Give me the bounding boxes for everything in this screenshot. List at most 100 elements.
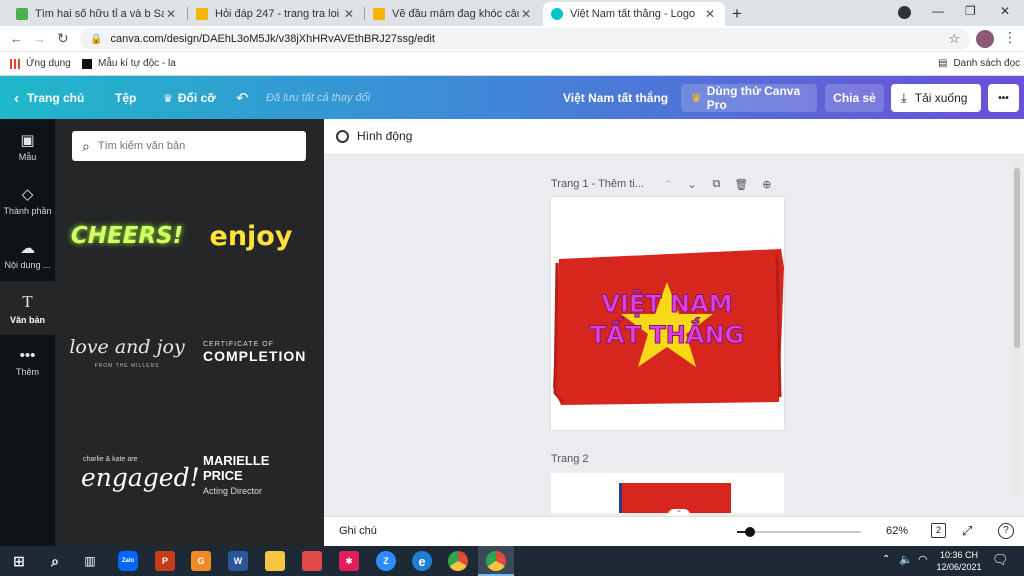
home-button[interactable]: ‹ Trang chủ — [14, 84, 84, 112]
clock[interactable]: 10:36 CH 12/06/2021 — [936, 549, 982, 573]
design-page-1[interactable]: VIỆT NAM TẤT THẮNG — [551, 197, 784, 430]
animate-button[interactable]: Hình động — [336, 129, 412, 143]
close-tab-icon[interactable]: ✕ — [519, 7, 533, 21]
tab-title: Vẽ đầu mâm đag khóc câu hỏi 2 — [392, 8, 519, 20]
add-page-icon[interactable]: ⊕ — [762, 178, 771, 191]
tab-search-icon[interactable] — [898, 6, 911, 19]
task-view-icon[interactable]: ▥ — [80, 551, 100, 571]
card-main-text: engaged! — [81, 463, 200, 492]
canva-favicon-icon — [551, 8, 563, 20]
text-style-card[interactable]: charlie & kate are engaged! — [67, 429, 200, 519]
close-tab-icon[interactable]: ✕ — [164, 7, 178, 21]
try-pro-button[interactable]: ♛ Dùng thử Canva Pro — [681, 84, 817, 112]
close-tab-icon[interactable]: ✕ — [703, 7, 717, 21]
chrome-icon[interactable] — [448, 551, 468, 571]
share-button[interactable]: Chia sẻ — [825, 84, 884, 112]
address-bar[interactable]: 🔒 canva.com/design/DAEhL3oM5Jk/v38jXhHRv… — [80, 28, 970, 50]
browser-menu-icon[interactable]: ⋮ — [1003, 29, 1017, 46]
download-button[interactable]: ⤓ Tải xuống — [891, 84, 981, 112]
fullscreen-icon[interactable]: ⤢ — [962, 523, 972, 539]
search-input[interactable] — [97, 140, 288, 152]
url-text: canva.com/design/DAEhL3oM5Jk/v38jXhHRvAV… — [110, 33, 435, 45]
zoom-slider-handle[interactable] — [745, 527, 755, 537]
text-style-card[interactable]: enjoy — [191, 191, 311, 281]
bookmark-star-icon[interactable]: ☆ — [948, 31, 960, 47]
network-icon[interactable]: ◠ — [918, 553, 928, 566]
tab-title: Việt Nam tất thắng - Logo — [570, 8, 696, 20]
windows-start-icon[interactable]: ⊞ — [9, 551, 29, 571]
design-title[interactable]: Việt Nam tất thắng — [563, 84, 668, 112]
search-box[interactable]: ⌕ — [72, 131, 306, 161]
editor-footer: Ghi chú 62% 2 ⤢ ? — [324, 516, 1024, 546]
file-menu[interactable]: Tệp — [115, 84, 136, 112]
side-rail: ▣ Mẫu ◇ Thành phần ☁ Nội dung ... T Văn … — [0, 119, 55, 546]
browser-tab-strip: Tìm hai số hữu tỉ a và b Sao cho ✕ Hỏi đ… — [0, 0, 1024, 26]
logo-graphic[interactable]: VIỆT NAM TẤT THẮNG — [551, 197, 784, 430]
resize-button[interactable]: ♛ Đổi cỡ — [163, 84, 216, 112]
close-window-icon[interactable]: ✕ — [1000, 4, 1010, 18]
text-style-card[interactable]: CERTIFICATE OF COMPLETION — [191, 307, 311, 397]
page-count-button[interactable]: 2 — [931, 523, 946, 538]
undo-icon[interactable]: ↶ — [236, 84, 249, 112]
slack-icon[interactable]: ✱ — [339, 551, 359, 571]
app-icon[interactable]: G — [191, 551, 211, 571]
zalo-icon[interactable]: Zalo — [118, 551, 138, 571]
forward-arrow-icon[interactable]: → — [33, 31, 46, 46]
rail-item-text[interactable]: T Văn bản — [0, 281, 55, 335]
chevron-up-icon[interactable]: ⌃ — [664, 178, 673, 191]
store-icon[interactable] — [302, 551, 322, 571]
tray-overflow-icon[interactable]: ⌃ — [882, 554, 890, 565]
browser-tab-active[interactable]: Việt Nam tất thắng - Logo ✕ — [543, 2, 725, 26]
zoom-level[interactable]: 62% — [886, 525, 908, 537]
powerpoint-icon[interactable]: P — [155, 551, 175, 571]
rail-item-more[interactable]: ••• Thêm — [0, 335, 55, 389]
tab-favicon-icon — [373, 8, 385, 20]
chevron-left-icon: ‹ — [14, 89, 19, 107]
rail-item-uploads[interactable]: ☁ Nội dung ... — [0, 227, 55, 281]
notes-button[interactable]: Ghi chú — [339, 525, 377, 537]
new-tab-button[interactable]: + — [732, 4, 742, 24]
word-icon[interactable]: W — [228, 551, 248, 571]
text-style-card[interactable]: CHEERS! — [67, 191, 187, 281]
volume-icon[interactable]: 🔈 — [899, 553, 913, 566]
reading-list[interactable]: ▤ Danh sách đọc — [938, 58, 1020, 69]
bookmark-apps[interactable]: Ứng dụng — [10, 58, 71, 69]
browser-tab[interactable]: Hỏi đáp 247 - trang tra loi ✕ — [188, 2, 364, 26]
card-main-text: CHEERS! — [70, 223, 184, 249]
text-style-card[interactable]: love and joy FROM THE MILLERS — [67, 307, 187, 397]
duplicate-page-icon[interactable]: ⧉ — [712, 178, 720, 191]
notification-icon[interactable]: 🗨 — [992, 552, 1009, 568]
card-main-text: love and joy — [69, 335, 185, 358]
search-icon[interactable]: ⌕ — [45, 551, 65, 571]
zoom-icon[interactable]: Z — [376, 551, 396, 571]
scrollbar-thumb[interactable] — [1014, 168, 1020, 348]
design-page-2[interactable] — [551, 473, 784, 513]
browser-tab[interactable]: Vẽ đầu mâm đag khóc câu hỏi 2 ✕ — [365, 2, 541, 26]
back-arrow-icon[interactable]: ← — [10, 31, 23, 46]
zoom-slider[interactable] — [737, 527, 861, 537]
page-title-input[interactable]: Trang 1 - Thêm ti... — [551, 178, 656, 190]
rail-item-templates[interactable]: ▣ Mẫu — [0, 119, 55, 173]
text-style-card[interactable]: MARIELLE PRICE Acting Director — [191, 429, 311, 519]
animate-label: Hình động — [357, 129, 413, 143]
page-2-label: Trang 2 — [551, 453, 589, 465]
restore-window-icon[interactable]: ❐ — [965, 4, 976, 18]
file-explorer-icon[interactable] — [265, 551, 285, 571]
edge-icon[interactable]: e — [412, 551, 432, 571]
chrome-active-task[interactable] — [478, 546, 514, 576]
profile-avatar[interactable] — [976, 30, 994, 48]
close-tab-icon[interactable]: ✕ — [342, 7, 356, 21]
chevron-down-icon[interactable]: ⌄ — [687, 178, 696, 191]
reload-icon[interactable]: ↻ — [57, 30, 69, 47]
browser-tab[interactable]: Tìm hai số hữu tỉ a và b Sao cho ✕ — [8, 2, 186, 26]
template-icon: ▣ — [20, 131, 35, 149]
delete-page-icon[interactable]: 🗑 — [734, 178, 748, 191]
editor-header: ‹ Trang chủ Tệp ♛ Đổi cỡ ↶ Đã lưu tất cả… — [0, 76, 1024, 119]
reading-list-icon: ▤ — [938, 58, 948, 69]
rail-item-elements[interactable]: ◇ Thành phần — [0, 173, 55, 227]
bookmark-item[interactable]: Mẫu kí tự độc - la — [82, 58, 176, 69]
save-status: Đã lưu tất cả thay đổi — [266, 92, 371, 104]
minimize-window-icon[interactable]: — — [932, 4, 944, 18]
help-button[interactable]: ? — [998, 523, 1014, 539]
more-options-button[interactable]: ••• — [988, 84, 1019, 112]
